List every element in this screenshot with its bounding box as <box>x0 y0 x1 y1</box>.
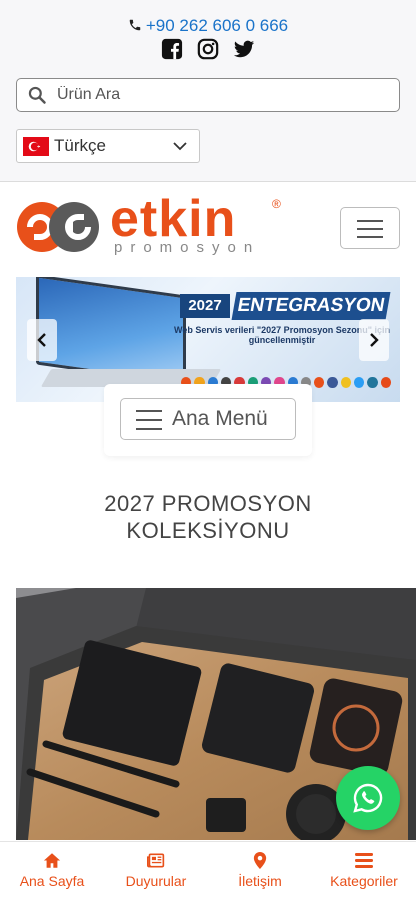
slider-prev-button[interactable] <box>27 319 57 361</box>
whatsapp-icon <box>353 783 383 813</box>
whatsapp-button[interactable] <box>336 766 400 830</box>
etkin-logo[interactable]: etkin ® promosyon <box>14 190 286 259</box>
nav-categories[interactable]: Kategoriler <box>312 842 416 900</box>
map-pin-icon <box>253 852 267 869</box>
nav-home-label: Ana Sayfa <box>19 873 85 889</box>
search-input[interactable] <box>57 83 387 107</box>
language-select[interactable]: Türkçe <box>16 129 200 163</box>
social-links <box>0 38 416 60</box>
registered-mark: ® <box>272 197 281 211</box>
nav-categories-label: Kategoriler <box>330 873 398 889</box>
nav-news[interactable]: Duyurular <box>104 842 208 900</box>
home-icon <box>43 853 61 868</box>
hamburger-icon <box>136 409 162 431</box>
collection-title-line-2: KOLEKSİYONU <box>126 518 290 543</box>
header-menu-toggle[interactable] <box>340 207 400 249</box>
brand-tagline: promosyon <box>114 239 261 256</box>
instagram-icon[interactable] <box>197 38 219 60</box>
main-menu-card: Ana Menü <box>104 384 312 456</box>
nav-home[interactable]: Ana Sayfa <box>0 842 104 900</box>
list-icon <box>355 853 373 868</box>
language-label: Türkçe <box>54 136 106 155</box>
bottom-navigation: Ana Sayfa Duyurular İletişim Kategoriler <box>0 841 416 900</box>
newspaper-icon <box>147 853 165 868</box>
banner-title: ENTEGRASYON <box>231 292 391 320</box>
facebook-icon[interactable] <box>161 38 183 60</box>
chevron-right-icon <box>370 333 379 347</box>
search-box[interactable] <box>16 78 400 112</box>
collection-title-line-1: 2027 PROMOSYON <box>104 491 312 516</box>
banner-year: 2027 <box>180 294 230 318</box>
phone-number[interactable]: +90 262 606 0 666 <box>146 16 288 35</box>
nav-contact[interactable]: İletişim <box>208 842 312 900</box>
phone-link[interactable]: +90 262 606 0 666 <box>0 16 416 36</box>
phone-icon <box>129 19 141 31</box>
main-menu-label: Ana Menü <box>172 407 268 430</box>
slider-next-button[interactable] <box>359 319 389 361</box>
nav-news-label: Duyurular <box>125 873 187 889</box>
hamburger-icon <box>357 220 383 222</box>
chevron-down-icon <box>173 142 187 151</box>
search-icon <box>28 86 46 104</box>
turkey-flag-icon <box>23 137 49 156</box>
main-menu-button[interactable]: Ana Menü <box>120 398 296 440</box>
top-bar: +90 262 606 0 666 Türkçe <box>0 0 416 182</box>
twitter-icon[interactable] <box>233 38 255 60</box>
chevron-left-icon <box>37 333 46 347</box>
site-header: etkin ® promosyon <box>0 183 416 273</box>
collection-heading: 2027 PROMOSYON KOLEKSİYONU <box>0 490 416 544</box>
nav-contact-label: İletişim <box>238 873 282 889</box>
